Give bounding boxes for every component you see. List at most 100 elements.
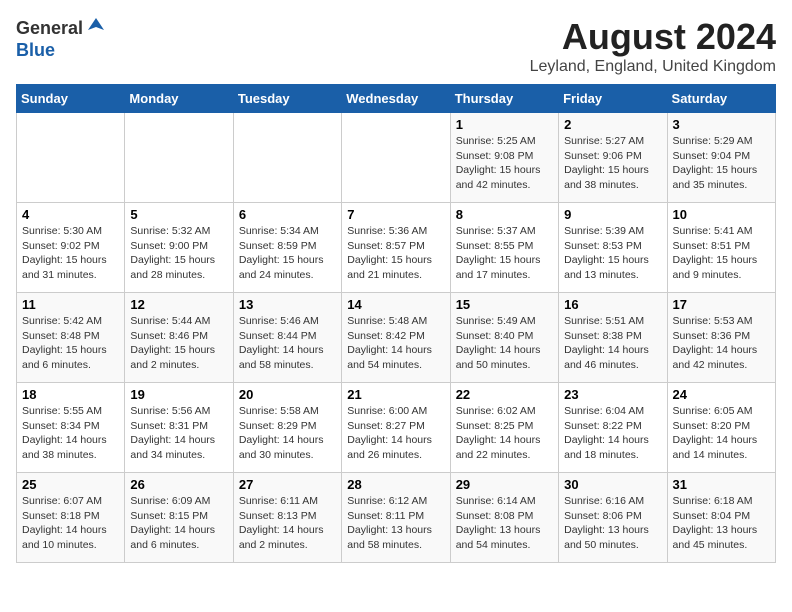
day-number: 19 — [130, 387, 227, 402]
day-info: Sunrise: 5:44 AM Sunset: 8:46 PM Dayligh… — [130, 314, 227, 373]
calendar-cell: 8 Sunrise: 5:37 AM Sunset: 8:55 PM Daylig… — [450, 203, 558, 293]
calendar-cell: 14 Sunrise: 5:48 AM Sunset: 8:42 PM Dayli… — [342, 293, 450, 383]
calendar-cell: 25 Sunrise: 6:07 AM Sunset: 8:18 PM Dayli… — [17, 473, 125, 563]
day-info: Sunrise: 5:37 AM Sunset: 8:55 PM Dayligh… — [456, 224, 553, 283]
day-info: Sunrise: 5:58 AM Sunset: 8:29 PM Dayligh… — [239, 404, 336, 463]
day-number: 30 — [564, 477, 661, 492]
day-number: 10 — [673, 207, 770, 222]
calendar-week-4: 18 Sunrise: 5:55 AM Sunset: 8:34 PM Dayli… — [17, 383, 776, 473]
calendar-cell: 29 Sunrise: 6:14 AM Sunset: 8:08 PM Dayli… — [450, 473, 558, 563]
calendar-cell: 22 Sunrise: 6:02 AM Sunset: 8:25 PM Dayli… — [450, 383, 558, 473]
calendar-cell: 2 Sunrise: 5:27 AM Sunset: 9:06 PM Daylig… — [559, 113, 667, 203]
day-info: Sunrise: 6:02 AM Sunset: 8:25 PM Dayligh… — [456, 404, 553, 463]
day-info: Sunrise: 5:34 AM Sunset: 8:59 PM Dayligh… — [239, 224, 336, 283]
day-info: Sunrise: 5:53 AM Sunset: 8:36 PM Dayligh… — [673, 314, 770, 373]
calendar-cell: 21 Sunrise: 6:00 AM Sunset: 8:27 PM Dayli… — [342, 383, 450, 473]
calendar-cell: 15 Sunrise: 5:49 AM Sunset: 8:40 PM Dayli… — [450, 293, 558, 383]
calendar-cell: 11Sunrise: 5:42 AM Sunset: 8:48 PM Dayli… — [17, 293, 125, 383]
day-info: Sunrise: 5:41 AM Sunset: 8:51 PM Dayligh… — [673, 224, 770, 283]
weekday-header-thursday: Thursday — [450, 85, 558, 113]
calendar-cell: 26 Sunrise: 6:09 AM Sunset: 8:15 PM Dayli… — [125, 473, 233, 563]
day-info: Sunrise: 6:18 AM Sunset: 8:04 PM Dayligh… — [673, 494, 770, 553]
day-number: 1 — [456, 117, 553, 132]
day-info: Sunrise: 5:51 AM Sunset: 8:38 PM Dayligh… — [564, 314, 661, 373]
day-info: Sunrise: 5:32 AM Sunset: 9:00 PM Dayligh… — [130, 224, 227, 283]
day-info: Sunrise: 5:39 AM Sunset: 8:53 PM Dayligh… — [564, 224, 661, 283]
calendar-cell: 6 Sunrise: 5:34 AM Sunset: 8:59 PM Daylig… — [233, 203, 341, 293]
day-number: 15 — [456, 297, 553, 312]
day-info: Sunrise: 5:56 AM Sunset: 8:31 PM Dayligh… — [130, 404, 227, 463]
day-number: 5 — [130, 207, 227, 222]
calendar-cell: 3Sunrise: 5:29 AM Sunset: 9:04 PM Daylig… — [667, 113, 775, 203]
day-info: Sunrise: 5:36 AM Sunset: 8:57 PM Dayligh… — [347, 224, 444, 283]
calendar-cell: 12 Sunrise: 5:44 AM Sunset: 8:46 PM Dayli… — [125, 293, 233, 383]
calendar-cell: 31 Sunrise: 6:18 AM Sunset: 8:04 PM Dayli… — [667, 473, 775, 563]
weekday-header-tuesday: Tuesday — [233, 85, 341, 113]
day-number: 27 — [239, 477, 336, 492]
day-info: Sunrise: 5:55 AM Sunset: 8:34 PM Dayligh… — [22, 404, 119, 463]
calendar-cell: 16 Sunrise: 5:51 AM Sunset: 8:38 PM Dayli… — [559, 293, 667, 383]
day-number: 20 — [239, 387, 336, 402]
calendar-table: SundayMondayTuesdayWednesdayThursdayFrid… — [16, 84, 776, 563]
day-info: Sunrise: 5:49 AM Sunset: 8:40 PM Dayligh… — [456, 314, 553, 373]
calendar-cell: 13 Sunrise: 5:46 AM Sunset: 8:44 PM Dayli… — [233, 293, 341, 383]
day-number: 12 — [130, 297, 227, 312]
calendar-cell: 20 Sunrise: 5:58 AM Sunset: 8:29 PM Dayli… — [233, 383, 341, 473]
day-info: Sunrise: 5:25 AM Sunset: 9:08 PM Dayligh… — [456, 134, 553, 193]
calendar-week-5: 25 Sunrise: 6:07 AM Sunset: 8:18 PM Dayli… — [17, 473, 776, 563]
calendar-cell: 10 Sunrise: 5:41 AM Sunset: 8:51 PM Dayli… — [667, 203, 775, 293]
day-number: 6 — [239, 207, 336, 222]
calendar-cell — [233, 113, 341, 203]
day-number: 17 — [673, 297, 770, 312]
calendar-cell: 7 Sunrise: 5:36 AM Sunset: 8:57 PM Daylig… — [342, 203, 450, 293]
day-number: 31 — [673, 477, 770, 492]
day-number: 16 — [564, 297, 661, 312]
day-info: Sunrise: 5:48 AM Sunset: 8:42 PM Dayligh… — [347, 314, 444, 373]
day-number: 3 — [673, 117, 770, 132]
day-info: Sunrise: 6:09 AM Sunset: 8:15 PM Dayligh… — [130, 494, 227, 553]
day-number: 7 — [347, 207, 444, 222]
day-info: Sunrise: 6:04 AM Sunset: 8:22 PM Dayligh… — [564, 404, 661, 463]
day-info: Sunrise: 5:46 AM Sunset: 8:44 PM Dayligh… — [239, 314, 336, 373]
calendar-cell: 24Sunrise: 6:05 AM Sunset: 8:20 PM Dayli… — [667, 383, 775, 473]
weekday-header-sunday: Sunday — [17, 85, 125, 113]
logo-bird-icon — [86, 16, 106, 36]
title-section: August 2024 Leyland, England, United Kin… — [530, 16, 776, 76]
day-number: 2 — [564, 117, 661, 132]
day-number: 24 — [673, 387, 770, 402]
day-number: 13 — [239, 297, 336, 312]
calendar-week-2: 4Sunrise: 5:30 AM Sunset: 9:02 PM Daylig… — [17, 203, 776, 293]
calendar-cell: 30 Sunrise: 6:16 AM Sunset: 8:06 PM Dayli… — [559, 473, 667, 563]
calendar-cell: 5 Sunrise: 5:32 AM Sunset: 9:00 PM Daylig… — [125, 203, 233, 293]
day-info: Sunrise: 6:16 AM Sunset: 8:06 PM Dayligh… — [564, 494, 661, 553]
calendar-cell: 18 Sunrise: 5:55 AM Sunset: 8:34 PM Dayli… — [17, 383, 125, 473]
day-number: 14 — [347, 297, 444, 312]
day-info: Sunrise: 5:42 AM Sunset: 8:48 PM Dayligh… — [22, 314, 119, 373]
day-number: 22 — [456, 387, 553, 402]
day-number: 26 — [130, 477, 227, 492]
day-number: 8 — [456, 207, 553, 222]
day-info: Sunrise: 6:14 AM Sunset: 8:08 PM Dayligh… — [456, 494, 553, 553]
day-info: Sunrise: 6:07 AM Sunset: 8:18 PM Dayligh… — [22, 494, 119, 553]
month-year: August 2024 — [530, 16, 776, 58]
calendar-week-1: 1 Sunrise: 5:25 AM Sunset: 9:08 PM Daylig… — [17, 113, 776, 203]
day-number: 4 — [22, 207, 119, 222]
calendar-cell — [342, 113, 450, 203]
calendar-cell: 19 Sunrise: 5:56 AM Sunset: 8:31 PM Dayli… — [125, 383, 233, 473]
day-number: 29 — [456, 477, 553, 492]
day-number: 18 — [22, 387, 119, 402]
calendar-week-3: 11Sunrise: 5:42 AM Sunset: 8:48 PM Dayli… — [17, 293, 776, 383]
weekday-header-monday: Monday — [125, 85, 233, 113]
calendar-cell: 27Sunrise: 6:11 AM Sunset: 8:13 PM Dayli… — [233, 473, 341, 563]
day-number: 21 — [347, 387, 444, 402]
weekday-header-saturday: Saturday — [667, 85, 775, 113]
day-info: Sunrise: 6:12 AM Sunset: 8:11 PM Dayligh… — [347, 494, 444, 553]
day-info: Sunrise: 5:27 AM Sunset: 9:06 PM Dayligh… — [564, 134, 661, 193]
day-info: Sunrise: 6:00 AM Sunset: 8:27 PM Dayligh… — [347, 404, 444, 463]
calendar-cell — [17, 113, 125, 203]
calendar-cell: 23Sunrise: 6:04 AM Sunset: 8:22 PM Dayli… — [559, 383, 667, 473]
day-number: 25 — [22, 477, 119, 492]
calendar-cell: 17 Sunrise: 5:53 AM Sunset: 8:36 PM Dayli… — [667, 293, 775, 383]
logo-blue-text: Blue — [16, 41, 106, 61]
calendar-cell: 4Sunrise: 5:30 AM Sunset: 9:02 PM Daylig… — [17, 203, 125, 293]
